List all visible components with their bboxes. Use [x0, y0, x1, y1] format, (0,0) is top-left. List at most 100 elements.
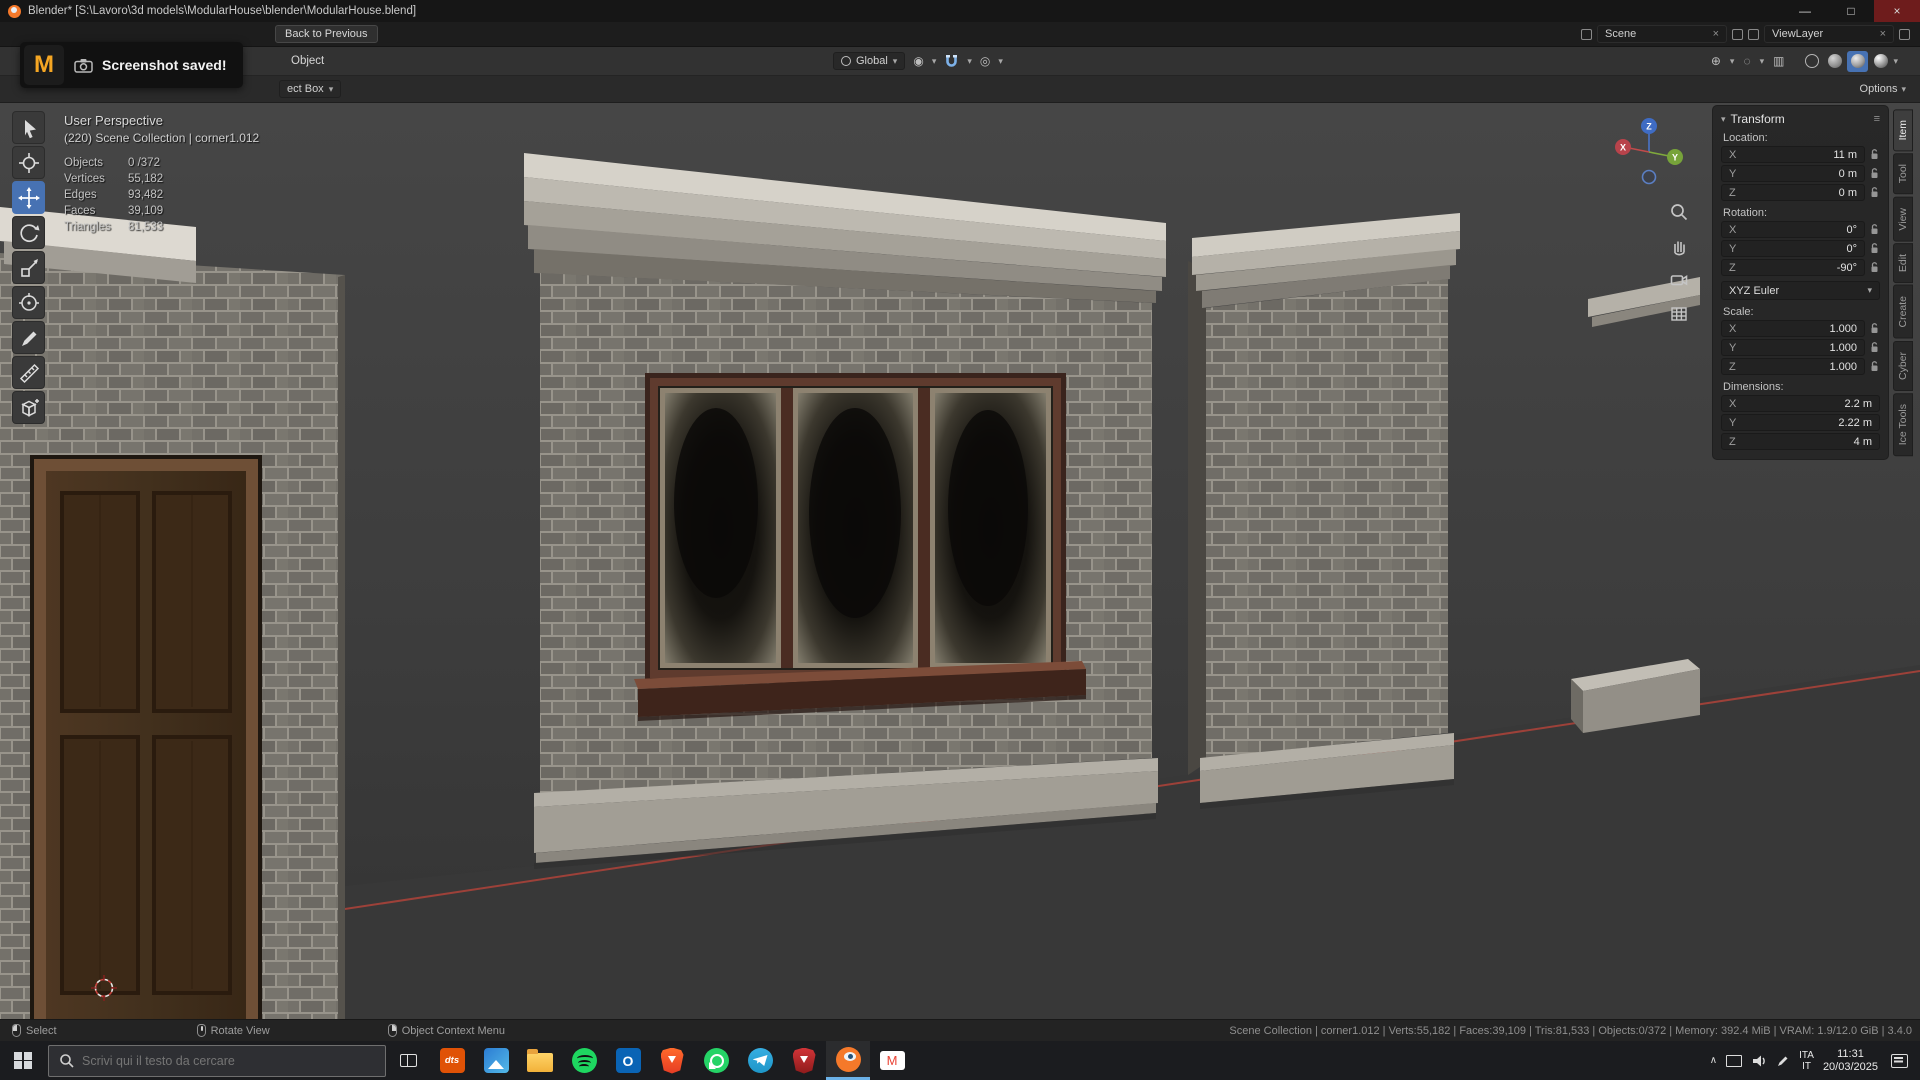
- scene-render[interactable]: [0, 103, 1920, 1019]
- location-z-field[interactable]: Z0 m: [1721, 184, 1865, 201]
- camera-view-icon[interactable]: [1666, 267, 1692, 293]
- screenshot-toast[interactable]: M Screenshot saved!: [20, 42, 243, 88]
- remove-view-layer-icon[interactable]: ×: [1880, 28, 1886, 40]
- 3d-viewport[interactable]: User Perspective (220) Scene Collection …: [0, 103, 1920, 1019]
- gizmo-z-axis[interactable]: Z: [1646, 122, 1652, 132]
- volume-icon[interactable]: [1751, 1054, 1767, 1068]
- taskbar-search[interactable]: [48, 1044, 386, 1077]
- dimension-z-field[interactable]: Z4 m: [1721, 433, 1880, 450]
- gizmo-y-axis[interactable]: Y: [1672, 153, 1678, 163]
- collapse-panel-icon[interactable]: ▾: [1721, 114, 1726, 125]
- taskbar-app-dts[interactable]: dts: [430, 1041, 474, 1080]
- options-dropdown[interactable]: Options ▾: [1860, 83, 1906, 95]
- display-tray-icon[interactable]: [1726, 1054, 1743, 1067]
- lock-icon[interactable]: [1869, 360, 1880, 373]
- object-menu[interactable]: Object: [283, 55, 332, 67]
- chevron-down-icon[interactable]: ▾: [1730, 56, 1735, 67]
- search-input[interactable]: [82, 1053, 352, 1068]
- scale-z-field[interactable]: Z 1.000: [1721, 358, 1865, 375]
- taskbar-app-file-explorer[interactable]: [518, 1041, 562, 1080]
- tool-scale[interactable]: [12, 251, 45, 284]
- unlink-scene-icon[interactable]: ×: [1713, 28, 1719, 40]
- location-y-field[interactable]: Y0 m: [1721, 165, 1865, 182]
- lock-icon[interactable]: [1869, 223, 1880, 236]
- location-x-field[interactable]: X 11 m: [1721, 146, 1865, 163]
- chevron-down-icon[interactable]: ▾: [967, 56, 972, 67]
- new-scene-icon[interactable]: [1732, 28, 1743, 40]
- toggle-ortho-grid-icon[interactable]: [1666, 301, 1692, 327]
- tab-view[interactable]: View: [1893, 196, 1913, 242]
- pan-hand-icon[interactable]: [1666, 233, 1692, 259]
- close-button[interactable]: ×: [1874, 0, 1920, 22]
- taskbar-app-gmail[interactable]: M: [870, 1041, 914, 1080]
- lock-icon[interactable]: [1869, 242, 1880, 255]
- taskbar-app-brave[interactable]: [650, 1041, 694, 1080]
- pivot-point-icon[interactable]: ◉: [913, 54, 923, 68]
- back-to-previous-button[interactable]: Back to Previous: [275, 25, 378, 43]
- lock-icon[interactable]: [1869, 322, 1880, 335]
- pen-tray-icon[interactable]: [1776, 1054, 1790, 1068]
- shading-solid-button[interactable]: [1824, 51, 1845, 72]
- dimension-x-field[interactable]: X 2.2 m: [1721, 395, 1880, 412]
- taskbar-app-blender[interactable]: [826, 1041, 870, 1080]
- browse-scene-icon[interactable]: [1581, 28, 1592, 40]
- start-button[interactable]: [0, 1041, 46, 1080]
- show-gizmo-icon[interactable]: ⊕: [1711, 54, 1721, 68]
- tab-tool[interactable]: Tool: [1893, 153, 1913, 195]
- chevron-down-icon[interactable]: ▾: [998, 56, 1003, 67]
- clock[interactable]: 11:31 20/03/2025: [1823, 1048, 1878, 1074]
- zoom-icon[interactable]: [1666, 199, 1692, 225]
- rotation-x-field[interactable]: X 0°: [1721, 221, 1865, 238]
- transform-orientation-dropdown[interactable]: Global ▾: [833, 52, 906, 70]
- language-indicator[interactable]: ITA IT: [1799, 1050, 1814, 1072]
- new-view-layer-icon[interactable]: [1899, 28, 1910, 40]
- rotation-z-field[interactable]: Z -90°: [1721, 259, 1865, 276]
- minimize-button[interactable]: —: [1782, 0, 1828, 22]
- tool-transform[interactable]: [12, 286, 45, 319]
- tab-ice-tools[interactable]: Ice Tools: [1893, 392, 1913, 457]
- tool-cursor[interactable]: [12, 146, 45, 179]
- tool-add-cube[interactable]: [12, 391, 45, 424]
- tab-create[interactable]: Create: [1893, 285, 1913, 339]
- window[interactable]: [634, 373, 1086, 721]
- rotation-y-field[interactable]: Y 0°: [1721, 240, 1865, 257]
- dimension-y-field[interactable]: Y 2.22 m: [1721, 414, 1880, 431]
- shading-rendered-button[interactable]: [1870, 51, 1891, 72]
- maximize-button[interactable]: □: [1828, 0, 1874, 22]
- snap-magnet-icon[interactable]: [944, 54, 959, 69]
- taskbar-app-whatsapp[interactable]: [694, 1041, 738, 1080]
- lock-icon[interactable]: [1869, 261, 1880, 274]
- tab-item[interactable]: Item: [1893, 109, 1913, 152]
- navigation-gizmo[interactable]: Z X Y: [1612, 115, 1686, 194]
- tool-measure[interactable]: [12, 356, 45, 389]
- proportional-edit-icon[interactable]: ◎: [980, 54, 990, 68]
- scale-y-field[interactable]: Y 1.000: [1721, 339, 1865, 356]
- taskbar-app-photos[interactable]: [474, 1041, 518, 1080]
- wall-center[interactable]: [524, 153, 1166, 869]
- gizmo-x-axis[interactable]: X: [1620, 143, 1626, 153]
- tool-move[interactable]: [12, 181, 45, 214]
- chevron-down-icon[interactable]: ▾: [1893, 56, 1898, 67]
- hidden-icons-chevron[interactable]: ∧: [1710, 1055, 1717, 1066]
- shading-material-button[interactable]: [1847, 50, 1869, 72]
- tab-cyber[interactable]: Cyber: [1893, 340, 1913, 391]
- shading-wireframe-button[interactable]: [1801, 51, 1822, 72]
- chevron-down-icon[interactable]: ▾: [932, 56, 937, 67]
- toggle-xray-icon[interactable]: ▥: [1773, 54, 1784, 68]
- lock-icon[interactable]: [1869, 341, 1880, 354]
- action-center-icon[interactable]: [1891, 1053, 1908, 1068]
- lock-icon[interactable]: [1869, 167, 1880, 180]
- wall-right[interactable]: [1188, 213, 1460, 809]
- tool-rotate[interactable]: [12, 216, 45, 249]
- chevron-down-icon[interactable]: ▾: [1760, 56, 1765, 67]
- tool-annotate[interactable]: [12, 321, 45, 354]
- rotation-mode-dropdown[interactable]: XYZ Euler ▾: [1721, 281, 1880, 300]
- wall-left[interactable]: [0, 207, 345, 1019]
- taskbar-app-outlook[interactable]: O: [606, 1041, 650, 1080]
- scene-selector[interactable]: Scene ×: [1597, 25, 1727, 43]
- active-tool-dropdown[interactable]: ect Box ▾: [279, 80, 342, 98]
- scale-x-field[interactable]: X 1.000: [1721, 320, 1865, 337]
- taskbar-app-brave-beta[interactable]: [782, 1041, 826, 1080]
- view-layer-selector[interactable]: ViewLayer ×: [1764, 25, 1894, 43]
- taskbar-app-telegram[interactable]: [738, 1041, 782, 1080]
